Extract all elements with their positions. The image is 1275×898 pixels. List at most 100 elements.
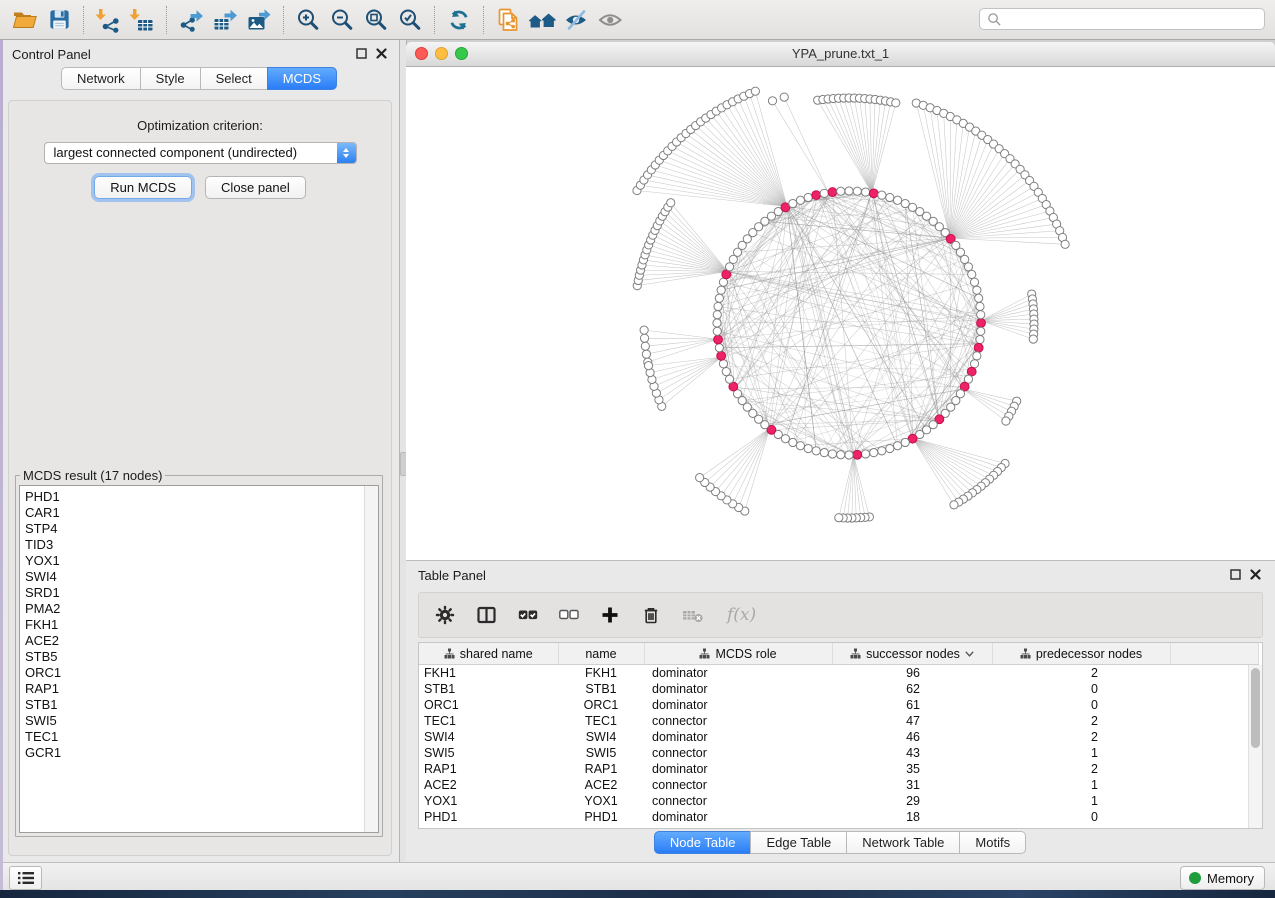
table-cell[interactable]: dominator [644, 697, 832, 713]
mcds-result-item[interactable]: PMA2 [25, 601, 378, 617]
table-row[interactable]: FKH1FKH1dominator962 [419, 665, 1259, 682]
table-cell[interactable]: 46 [832, 729, 992, 745]
table-cell[interactable]: FKH1 [558, 665, 644, 682]
column-header-name[interactable]: name [558, 643, 644, 665]
table-row[interactable]: ACE2ACE2connector311 [419, 777, 1259, 793]
table-cell[interactable]: PHD1 [419, 809, 558, 825]
table-cell[interactable]: 18 [832, 809, 992, 825]
table-settings-button gear-icon[interactable] [435, 605, 455, 625]
close-panel-icon[interactable] [1250, 569, 1261, 580]
float-panel-icon[interactable] [356, 48, 367, 59]
table-row[interactable]: PHD1PHD1dominator180 [419, 809, 1259, 825]
run-mcds-button[interactable]: Run MCDS [94, 176, 192, 199]
table-cell[interactable]: 62 [832, 681, 992, 697]
table-cell[interactable]: dominator [644, 729, 832, 745]
export-table-button[interactable] [208, 3, 242, 37]
node-table[interactable]: shared namenameMCDS rolesuccessor nodesp… [418, 642, 1263, 829]
export-network-button[interactable] [174, 3, 208, 37]
save-session-button[interactable] [42, 3, 76, 37]
table-row[interactable]: SWI5SWI5connector431 [419, 745, 1259, 761]
maximize-window-button[interactable] [455, 47, 468, 60]
close-panel-button[interactable]: Close panel [205, 176, 306, 199]
network-canvas[interactable] [406, 67, 1275, 560]
table-cell[interactable]: 2 [992, 761, 1170, 777]
mcds-result-item[interactable]: TEC1 [25, 729, 378, 745]
export-image-button[interactable] [242, 3, 276, 37]
table-cell[interactable]: 2 [992, 665, 1170, 682]
table-cell[interactable]: connector [644, 777, 832, 793]
show-all-button[interactable] [593, 3, 627, 37]
copy-network-button[interactable] [491, 3, 525, 37]
show-panels-button[interactable] [9, 866, 42, 890]
import-table-button[interactable] [125, 3, 159, 37]
tab-style[interactable]: Style [140, 67, 201, 90]
open-session-button[interactable] [8, 3, 42, 37]
tab-motifs[interactable]: Motifs [959, 831, 1026, 854]
table-row[interactable]: ORC1ORC1dominator610 [419, 697, 1259, 713]
table-scrollbar[interactable] [1248, 665, 1262, 828]
table-cell[interactable]: ORC1 [558, 697, 644, 713]
table-row[interactable]: YOX1YOX1connector291 [419, 793, 1259, 809]
table-cell[interactable]: 43 [832, 745, 992, 761]
table-cell[interactable]: FKH1 [419, 665, 558, 682]
tab-select[interactable]: Select [200, 67, 268, 90]
table-cell[interactable]: 0 [992, 697, 1170, 713]
table-cell[interactable]: dominator [644, 681, 832, 697]
table-cell[interactable]: RAP1 [419, 761, 558, 777]
table-cell[interactable]: connector [644, 713, 832, 729]
mcds-result-item[interactable]: TID3 [25, 537, 378, 553]
table-cell[interactable]: ACE2 [419, 777, 558, 793]
mcds-result-item[interactable]: PHD1 [25, 489, 378, 505]
optimization-criterion-select[interactable]: largest connected component (undirected) [44, 142, 357, 164]
mcds-result-item[interactable]: SRD1 [25, 585, 378, 601]
table-row[interactable]: TEC1TEC1connector472 [419, 713, 1259, 729]
table-cell[interactable]: connector [644, 793, 832, 809]
table-cell[interactable]: RAP1 [558, 761, 644, 777]
table-cell[interactable]: dominator [644, 665, 832, 682]
table-cell[interactable]: SWI5 [558, 745, 644, 761]
network-graph[interactable] [406, 67, 1275, 560]
add-column-button plus-icon[interactable] [600, 605, 620, 625]
table-cell[interactable]: 1 [992, 793, 1170, 809]
table-cell[interactable]: 2 [992, 713, 1170, 729]
table-row[interactable]: STB1STB1dominator620 [419, 681, 1259, 697]
column-header-mcds-role[interactable]: MCDS role [644, 643, 832, 665]
mcds-result-item[interactable]: CAR1 [25, 505, 378, 521]
table-cell[interactable]: 47 [832, 713, 992, 729]
table-cell[interactable]: 1 [992, 745, 1170, 761]
float-panel-icon[interactable] [1230, 569, 1241, 580]
table-cell[interactable]: 96 [832, 665, 992, 682]
table-cell[interactable]: STB1 [419, 681, 558, 697]
table-cell[interactable]: 2 [992, 729, 1170, 745]
column-header-predecessor-nodes[interactable]: predecessor nodes [992, 643, 1170, 665]
zoom-fit-button[interactable] [359, 3, 393, 37]
table-scrollbar-thumb[interactable] [1251, 668, 1260, 748]
mcds-result-item[interactable]: SWI5 [25, 713, 378, 729]
mcds-result-item[interactable]: STB5 [25, 649, 378, 665]
mcds-result-list[interactable]: PHD1CAR1STP4TID3YOX1SWI4SRD1PMA2FKH1ACE2… [19, 485, 379, 833]
zoom-selected-button[interactable] [393, 3, 427, 37]
column-header-shared-name[interactable]: shared name [419, 643, 558, 665]
mcds-result-item[interactable]: STB1 [25, 697, 378, 713]
table-cell[interactable]: 0 [992, 681, 1170, 697]
mcds-result-item[interactable]: ACE2 [25, 633, 378, 649]
table-cell[interactable]: YOX1 [558, 793, 644, 809]
table-cell[interactable]: 35 [832, 761, 992, 777]
column-header-successor-nodes[interactable]: successor nodes [832, 643, 992, 665]
table-cell[interactable]: 0 [992, 809, 1170, 825]
table-cell[interactable]: 61 [832, 697, 992, 713]
delete-table-button table-delete-icon[interactable] [682, 605, 706, 625]
zoom-in-button[interactable] [291, 3, 325, 37]
table-cell[interactable]: SWI4 [558, 729, 644, 745]
mcds-result-item[interactable]: ORC1 [25, 665, 378, 681]
table-cell[interactable]: SWI4 [419, 729, 558, 745]
function-builder-button fx-icon[interactable]: f(x) [727, 605, 756, 625]
tab-network-table[interactable]: Network Table [846, 831, 960, 854]
tab-network[interactable]: Network [61, 67, 141, 90]
table-cell[interactable]: ACE2 [558, 777, 644, 793]
table-cell[interactable]: SWI5 [419, 745, 558, 761]
table-cell[interactable]: PHD1 [558, 809, 644, 825]
table-row[interactable]: SWI4SWI4dominator462 [419, 729, 1259, 745]
table-cell[interactable]: connector [644, 745, 832, 761]
tab-node-table[interactable]: Node Table [654, 831, 752, 854]
